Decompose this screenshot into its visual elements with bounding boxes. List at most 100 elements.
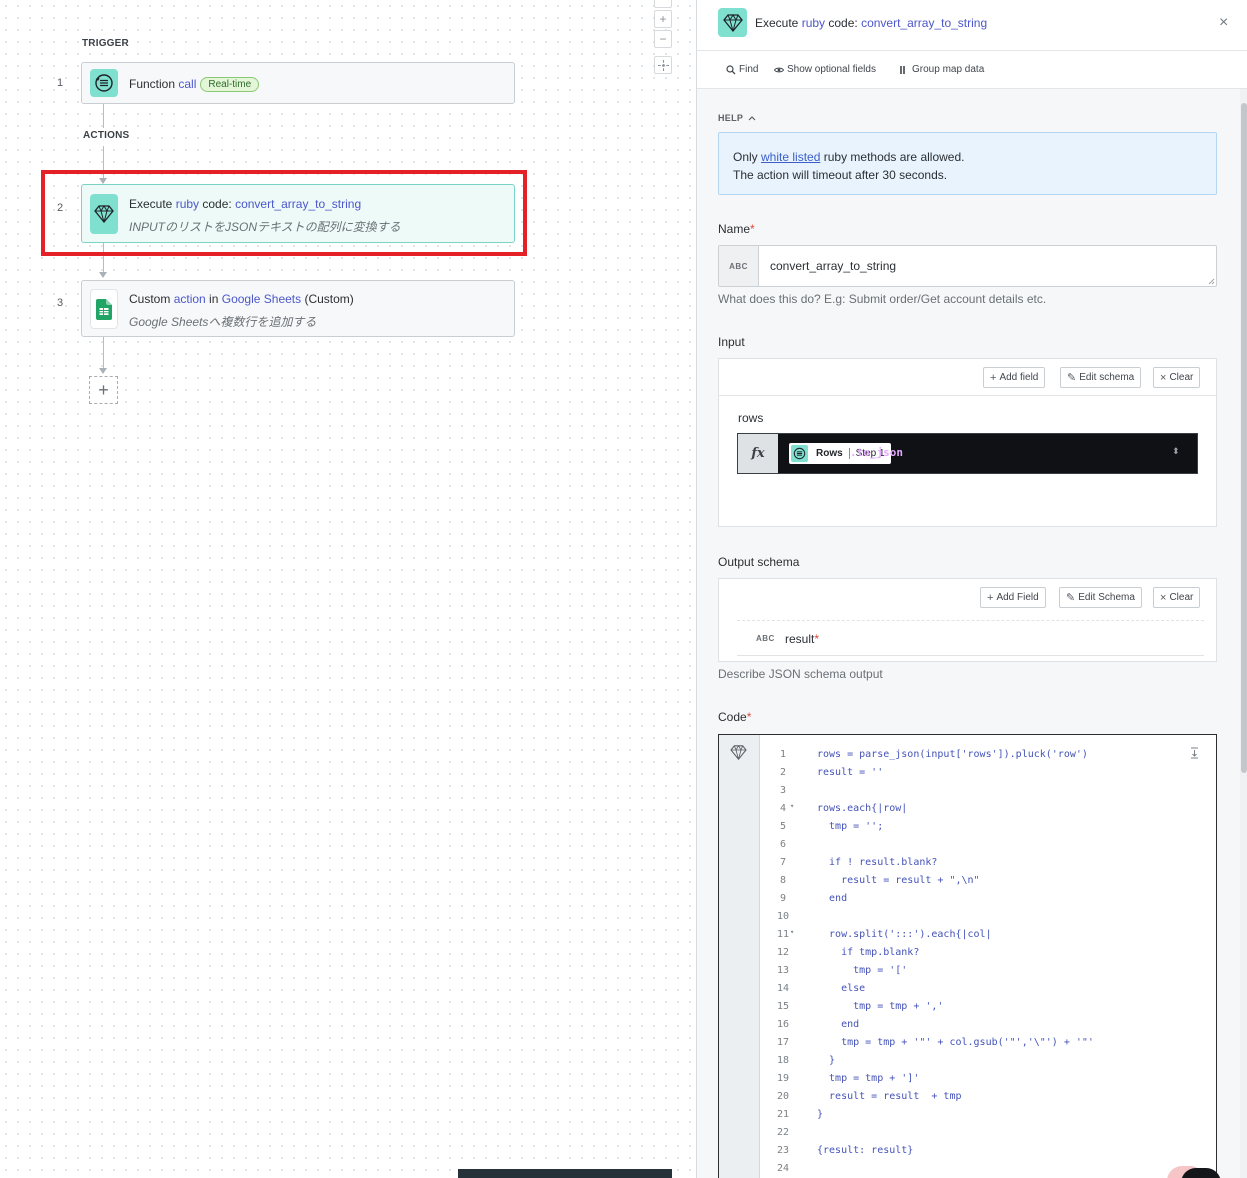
- edit-schema-button[interactable]: ✎ Edit Schema: [1059, 587, 1142, 608]
- line-number: 5: [779, 821, 787, 832]
- line-number: 23: [776, 1145, 790, 1156]
- code-text: result = result + tmp: [817, 1091, 962, 1102]
- close-icon[interactable]: ×: [1219, 14, 1228, 32]
- resize-handle-icon[interactable]: [1208, 278, 1215, 285]
- line-number: 4: [779, 803, 787, 814]
- eye-icon: [774, 67, 784, 72]
- help-line: Only white listed ruby methods are allow…: [733, 148, 1202, 166]
- code-line[interactable]: 24: [760, 1161, 1216, 1178]
- line-number: 10: [776, 911, 790, 922]
- code-line[interactable]: 19 tmp = tmp + ']': [760, 1071, 1216, 1089]
- clear-button[interactable]: × Clear: [1153, 367, 1201, 388]
- code-line[interactable]: 11 ▾ row.split(':::').each{|col|: [760, 927, 1216, 945]
- help-line: The action will timeout after 30 seconds…: [733, 168, 948, 182]
- edit-schema-button[interactable]: ✎ Edit schema: [1060, 367, 1142, 388]
- step-title-text: in: [205, 292, 222, 306]
- line-number: 7: [779, 857, 787, 868]
- fit-view-button[interactable]: [654, 56, 672, 74]
- name-input[interactable]: ABC convert_array_to_string: [718, 245, 1217, 287]
- plus-icon: +: [987, 591, 994, 604]
- code-editor[interactable]: 1 rows = parse_json(input['rows']).pluck(…: [718, 734, 1217, 1178]
- code-line[interactable]: 8 result = result + ",\n": [760, 873, 1216, 891]
- add-step-button[interactable]: +: [89, 376, 118, 404]
- output-field-row[interactable]: ABC result*: [737, 620, 1204, 656]
- formula-mode-icon[interactable]: fx: [738, 434, 778, 473]
- code-gutter: [719, 735, 760, 1178]
- edit-schema-label: Edit schema: [1079, 372, 1135, 383]
- code-line[interactable]: 22: [760, 1125, 1216, 1143]
- code-line[interactable]: 3: [760, 783, 1216, 801]
- add-field-label: Add field: [999, 372, 1039, 383]
- code-line[interactable]: 21}: [760, 1107, 1216, 1125]
- code-text: tmp = tmp + ']': [817, 1073, 920, 1084]
- required-marker: *: [746, 710, 752, 724]
- code-line[interactable]: 15 tmp = tmp + ',': [760, 999, 1216, 1017]
- clear-label: Clear: [1169, 372, 1194, 383]
- code-line[interactable]: 12 if tmp.blank?: [760, 945, 1216, 963]
- realtime-badge: Real-time: [200, 77, 260, 92]
- connector-arrow: [99, 272, 107, 278]
- code-label: Code*: [718, 710, 751, 724]
- code-line[interactable]: 5 tmp = '';: [760, 819, 1216, 837]
- fit-view-icon: [657, 59, 669, 71]
- name-label-text: Name: [718, 222, 751, 236]
- zoom-out-button[interactable]: −: [654, 30, 672, 48]
- pencil-icon: ✎: [1066, 592, 1076, 604]
- output-schema-hint: Describe JSON schema output: [718, 667, 883, 681]
- line-number: 11: [776, 929, 790, 940]
- rows-field-label: rows: [738, 411, 764, 425]
- code-line[interactable]: 7 if ! result.blank?: [760, 855, 1216, 873]
- code-line[interactable]: 17 tmp = tmp + '"' + col.gsub('"','\"') …: [760, 1035, 1216, 1053]
- code-line[interactable]: 10: [760, 909, 1216, 927]
- code-line[interactable]: 4 ▾ rows.each{|row|: [760, 801, 1216, 819]
- step-card-google-sheets[interactable]: Custom action in Google Sheets (Custom) …: [81, 280, 515, 337]
- connector-line: [103, 104, 104, 128]
- code-line[interactable]: 16 end: [760, 1017, 1216, 1035]
- zoom-top-button[interactable]: [654, 0, 672, 8]
- ruby-gem-icon: [730, 745, 747, 760]
- zoom-in-button[interactable]: +: [654, 10, 672, 28]
- code-line[interactable]: 14 else: [760, 981, 1216, 999]
- highlight-box: [41, 170, 527, 256]
- fold-arrow-icon[interactable]: ▾: [790, 802, 794, 810]
- plus-icon: +: [990, 371, 997, 384]
- name-value[interactable]: convert_array_to_string: [770, 259, 896, 273]
- help-toggle[interactable]: HELP: [718, 113, 756, 123]
- group-map-data-button[interactable]: Group map data: [899, 64, 984, 75]
- show-optional-fields-button[interactable]: Show optional fields: [774, 64, 876, 75]
- connector-line: [103, 337, 104, 370]
- ruby-gem-icon: [718, 8, 747, 37]
- name-label: Name*: [718, 222, 755, 236]
- code-line[interactable]: 6: [760, 837, 1216, 855]
- step-title: Custom action in Google Sheets (Custom): [129, 292, 354, 306]
- code-lines[interactable]: 1 rows = parse_json(input['rows']).pluck(…: [760, 747, 1216, 1178]
- white-listed-link[interactable]: white listed: [761, 150, 820, 164]
- step-card-function-call[interactable]: Function call Real-time: [81, 62, 515, 104]
- code-line[interactable]: 18 }: [760, 1053, 1216, 1071]
- panel-scrollbar[interactable]: [1240, 89, 1247, 1178]
- scrollbar-thumb[interactable]: [1241, 103, 1247, 773]
- clear-button[interactable]: × Clear: [1153, 587, 1201, 608]
- code-line[interactable]: 13 tmp = '[': [760, 963, 1216, 981]
- text-type-tag: ABC: [756, 634, 775, 643]
- recipe-canvas[interactable]: + − TRIGGER ACTIONS 1 Function call Real-…: [0, 0, 696, 1178]
- step-title-keyword: action: [173, 292, 206, 306]
- expand-icon[interactable]: ⬍: [1172, 446, 1180, 457]
- code-text: if tmp.blank?: [817, 947, 920, 958]
- collapse-icon[interactable]: [1190, 747, 1199, 762]
- code-text: if ! result.blank?: [817, 857, 938, 868]
- find-button[interactable]: Find: [726, 64, 758, 75]
- fold-arrow-icon[interactable]: ▾: [790, 928, 794, 936]
- code-line[interactable]: 1 rows = parse_json(input['rows']).pluck(…: [760, 747, 1216, 765]
- input-schema-bar: + Add field ✎ Edit schema × Clear: [719, 359, 1216, 396]
- add-field-button[interactable]: + Add Field: [980, 587, 1046, 608]
- code-line[interactable]: 2 result = '': [760, 765, 1216, 783]
- code-line[interactable]: 23 {result: result}: [760, 1143, 1216, 1161]
- rows-formula-input[interactable]: fx Rows Step 1 .to_json ⬍: [737, 433, 1198, 474]
- code-text: end: [817, 893, 848, 904]
- output-schema-box: + Add Field ✎ Edit Schema × Clear ABC resul…: [718, 578, 1217, 662]
- code-line[interactable]: 9 end: [760, 891, 1216, 909]
- code-line[interactable]: 20 result = result + tmp: [760, 1089, 1216, 1107]
- line-number: 12: [776, 947, 790, 958]
- add-field-button[interactable]: + Add field: [983, 367, 1046, 388]
